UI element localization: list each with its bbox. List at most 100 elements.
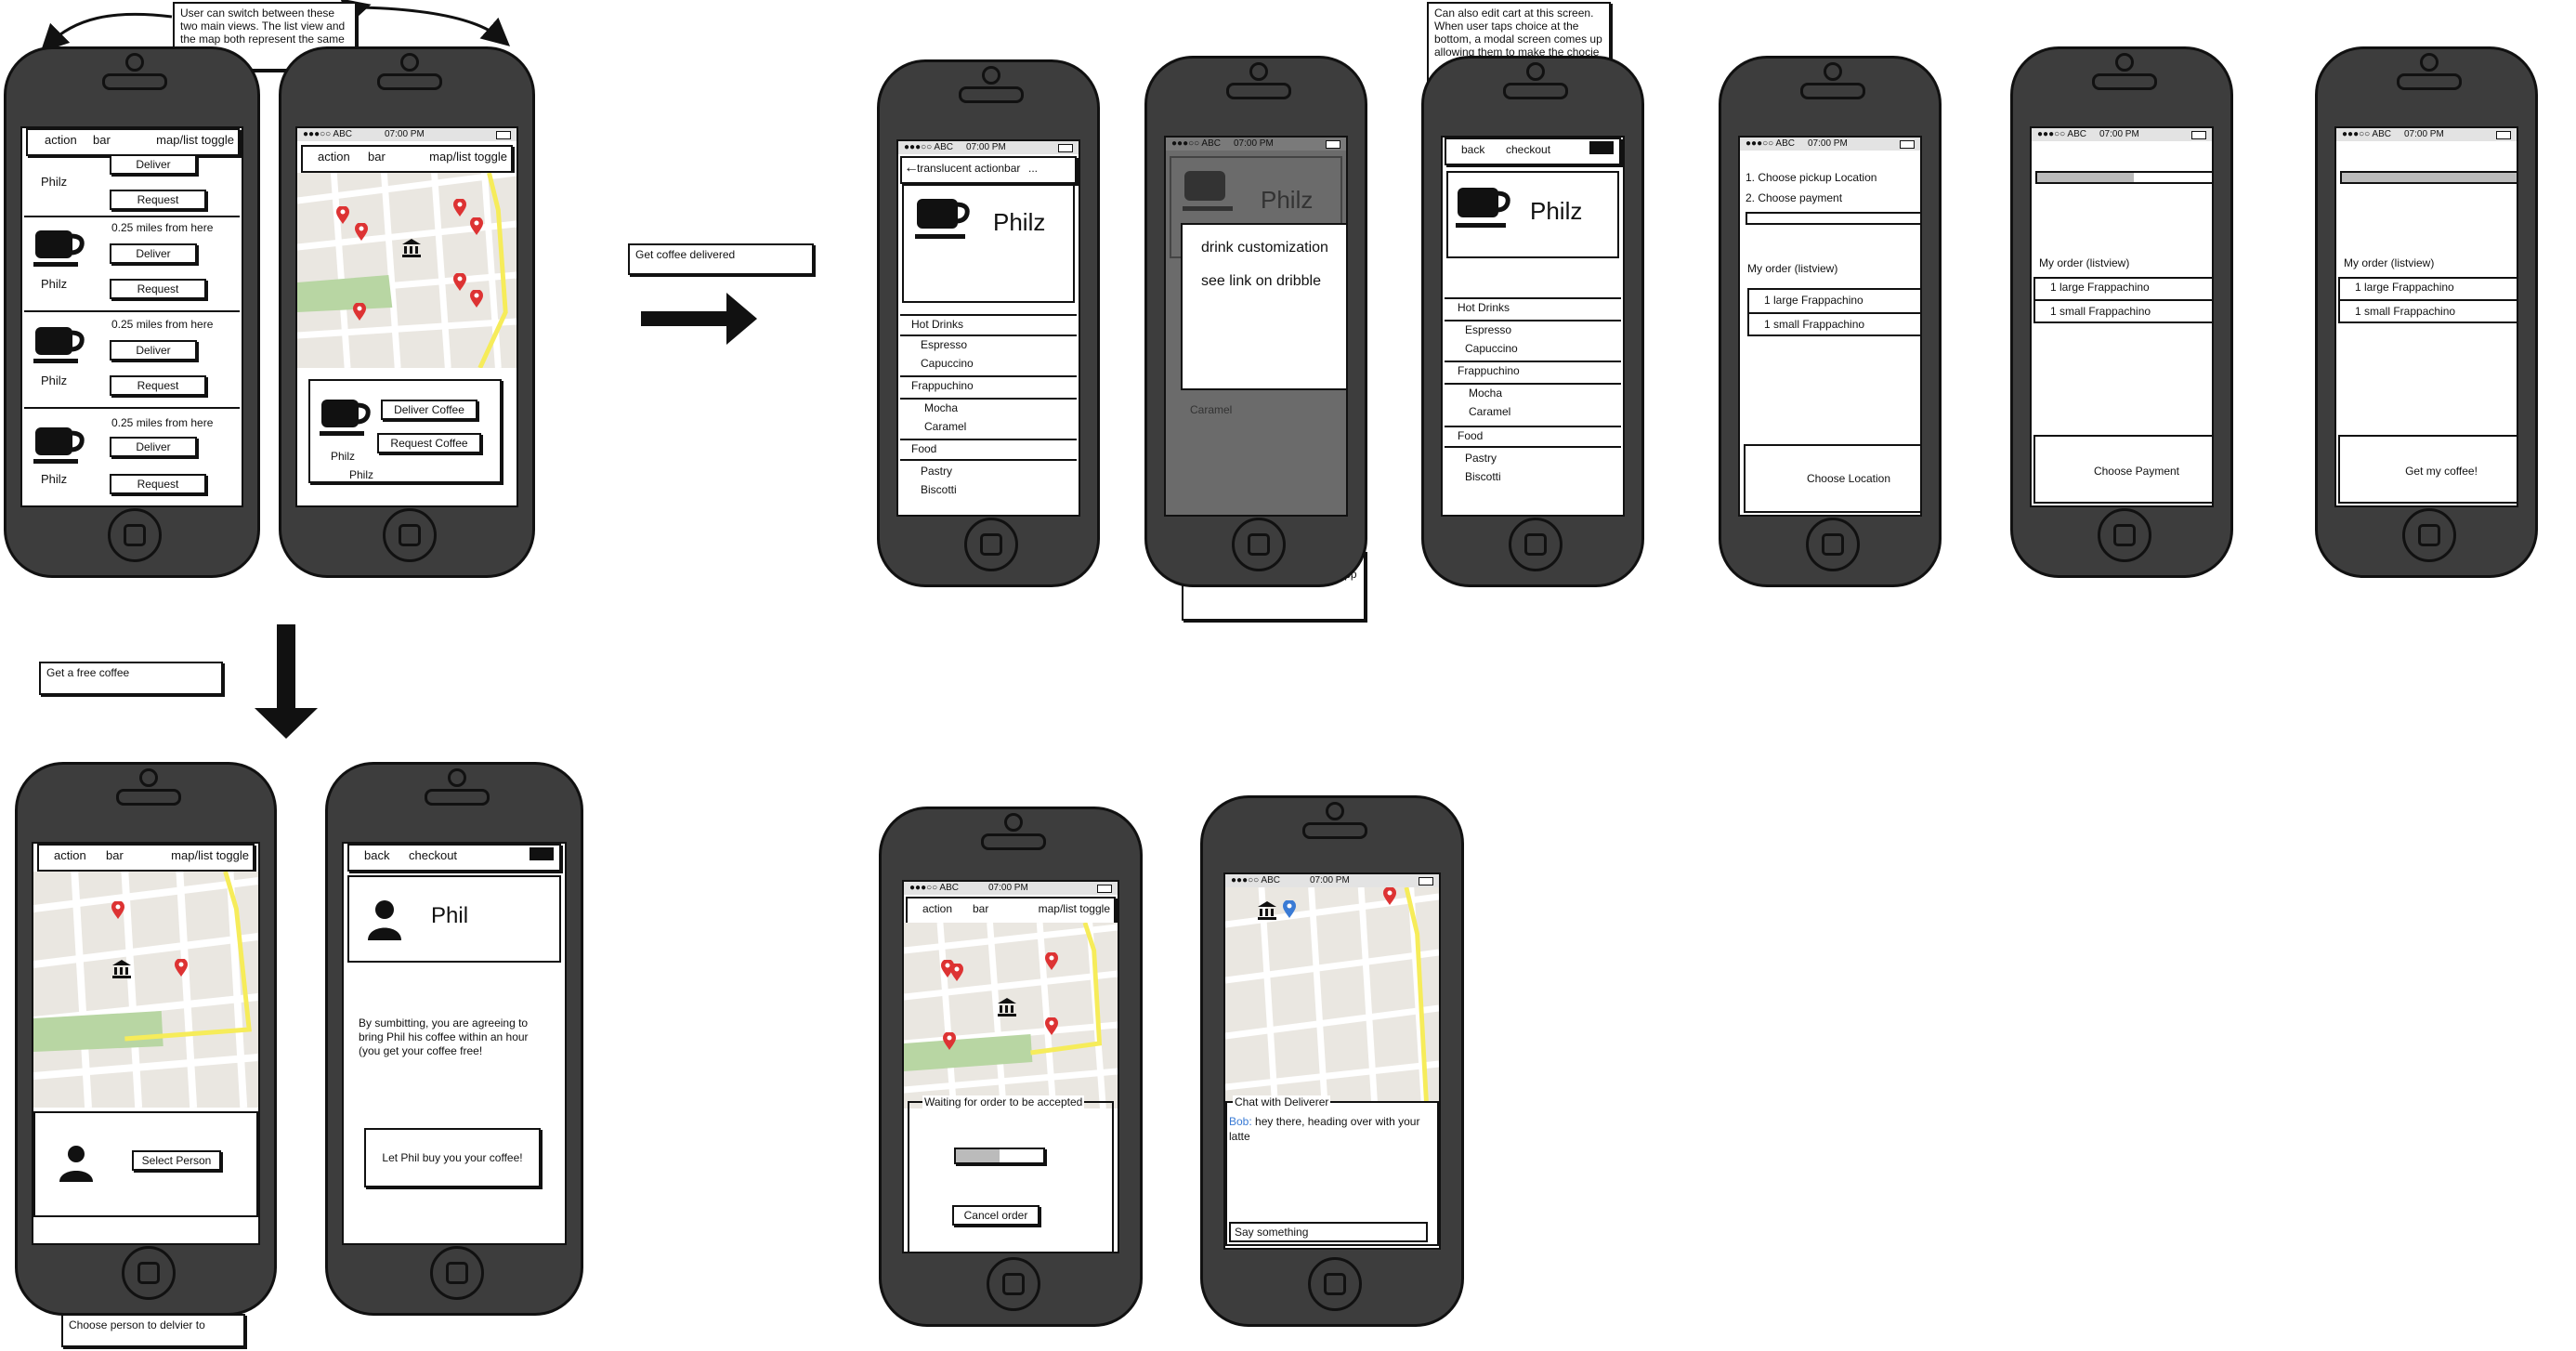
step-payment: 2. Choose payment	[1746, 191, 1843, 204]
deliver-coffee-button[interactable]: Deliver Coffee	[381, 400, 477, 420]
action-label[interactable]: action	[922, 898, 952, 919]
modal-link-text[interactable]: see link on dribble	[1201, 273, 1321, 290]
let-phil-buy-button[interactable]: Let Phil buy you your coffee!	[364, 1128, 541, 1187]
shop-header: Philz	[902, 182, 1075, 303]
my-order-heading: My order (listview)	[2039, 256, 2130, 269]
phone-map-view: ●●●○○ ABC 07:00 PM action bar map/list to…	[279, 46, 535, 578]
map-list-toggle[interactable]: map/list toggle	[171, 846, 249, 866]
menu-item-pastry[interactable]: Pastry	[1465, 452, 1497, 465]
request-button[interactable]: Request	[110, 279, 206, 299]
coffee-cup-icon	[1456, 188, 1510, 228]
distance-text: 0.25 miles from here	[111, 221, 214, 234]
chat-screen: ●●●○○ ABC 07:00 PM Chat with Deliverer Bo…	[1223, 872, 1441, 1250]
map-pin-icon[interactable]	[1045, 952, 1058, 971]
bar-label: bar	[973, 902, 989, 915]
menu-item-capuccino[interactable]: Capuccino	[1465, 342, 1518, 355]
shop-name: Philz	[41, 175, 68, 189]
category-hot-drinks: Hot Drinks	[911, 318, 964, 331]
map-pin-icon[interactable]	[1045, 1017, 1058, 1036]
order-item[interactable]: 1 small Frappachino	[2355, 305, 2455, 318]
menu-item-espresso[interactable]: Espresso	[921, 338, 967, 351]
shop-name: Philz	[41, 472, 68, 486]
menu-item-caramel[interactable]: Caramel	[1469, 405, 1510, 418]
choose-location-button[interactable]: Choose Location	[1744, 444, 1920, 513]
deliver-button[interactable]: Deliver	[110, 243, 197, 264]
translucent-actionbar: ← translucent actionbar ...	[900, 156, 1077, 184]
order-list: 1 large Frappachino 1 small Frappachino	[2338, 277, 2517, 323]
checkout-button[interactable]: checkout	[409, 846, 457, 866]
menu-screen: ●●●○○ ABC 07:00 PM ← translucent actionba…	[896, 139, 1080, 517]
customization-modal[interactable]: drink customization see link on dribble	[1181, 223, 1346, 390]
category-frappuchino: Frappuchino	[1458, 364, 1520, 377]
map-view-screen: ●●●○○ ABC 07:00 PM action bar map/list to…	[295, 126, 518, 507]
shop-title-dimmed: Philz	[1261, 186, 1314, 214]
overflow-icon[interactable]: ...	[1028, 158, 1038, 178]
chat-input[interactable]: Say something	[1229, 1222, 1428, 1242]
cart-icon[interactable]	[530, 847, 554, 860]
menu-item-mocha[interactable]: Mocha	[924, 401, 958, 414]
let-phil-buy-screen: back checkout Phil By sumbitting, you ar…	[342, 842, 567, 1245]
order-item[interactable]: 1 large Frappachino	[1764, 294, 1863, 307]
museum-icon	[998, 998, 1016, 1017]
cart-icon[interactable]	[1589, 141, 1614, 154]
map-pin-icon[interactable]	[336, 206, 349, 225]
map-pin-icon[interactable]	[950, 964, 963, 982]
map-pin-icon[interactable]	[1383, 887, 1396, 906]
menu-item-capuccino[interactable]: Capuccino	[921, 357, 974, 370]
shop-name: Philz	[41, 277, 68, 291]
chat-title: Chat with Deliverer	[1233, 1095, 1331, 1108]
menu-item-espresso[interactable]: Espresso	[1465, 323, 1511, 336]
deliver-button[interactable]: Deliver	[110, 154, 197, 175]
actionbar: action bar map/list toggle	[26, 128, 240, 156]
map-list-toggle[interactable]: map/list toggle	[1039, 898, 1110, 919]
select-person-screen: action bar map/list toggle Select Person	[32, 842, 260, 1245]
action-label[interactable]: action	[45, 130, 77, 151]
select-person-panel: Select Person	[33, 1111, 258, 1217]
cancel-order-button[interactable]: Cancel order	[952, 1205, 1040, 1226]
translucent-actionbar-label: translucent actionbar	[917, 162, 1021, 175]
map-pin-icon[interactable]	[353, 303, 366, 321]
deliverer-location-icon[interactable]	[1283, 900, 1296, 919]
map-pin-icon[interactable]	[470, 290, 483, 308]
select-person-button[interactable]: Select Person	[132, 1150, 221, 1171]
deliver-button[interactable]: Deliver	[110, 437, 197, 457]
back-button[interactable]: back	[1461, 139, 1484, 160]
order-item[interactable]: 1 small Frappachino	[2050, 305, 2151, 318]
map-pin-icon[interactable]	[943, 1032, 956, 1051]
menu-item-mocha[interactable]: Mocha	[1469, 387, 1502, 400]
map-pin-icon[interactable]	[453, 199, 466, 217]
order-item[interactable]: 1 large Frappachino	[2050, 281, 2150, 294]
get-my-coffee-button[interactable]: Get my coffee!	[2338, 435, 2517, 504]
map-pin-icon[interactable]	[355, 223, 368, 242]
action-label[interactable]: action	[318, 147, 350, 167]
shop-card[interactable]: Philz Philz Deliver Coffee Request Coffe…	[308, 379, 502, 483]
modal-screen: ●●●○○ ABC 07:00 PM Philz Caramel drink cu…	[1164, 136, 1348, 517]
menu-item-pastry[interactable]: Pastry	[921, 465, 952, 478]
map-pin-icon[interactable]	[111, 901, 124, 920]
order-item[interactable]: 1 large Frappachino	[2355, 281, 2454, 294]
request-button[interactable]: Request	[110, 375, 206, 396]
order-item[interactable]: 1 small Frappachino	[1764, 318, 1864, 331]
request-button[interactable]: Request	[110, 190, 206, 210]
request-coffee-button[interactable]: Request Coffee	[377, 433, 481, 453]
back-button[interactable]: back	[364, 846, 389, 866]
map-pin-icon[interactable]	[453, 273, 466, 292]
map-list-toggle[interactable]: map/list toggle	[156, 130, 234, 151]
action-label[interactable]: action	[54, 846, 86, 866]
checkout-button[interactable]: checkout	[1506, 139, 1550, 160]
map-pin-icon[interactable]	[175, 959, 188, 977]
menu-item-caramel[interactable]: Caramel	[924, 420, 966, 433]
category-frappuchino: Frappuchino	[911, 379, 974, 392]
map-area[interactable]	[33, 872, 258, 1108]
menu-item-biscotti[interactable]: Biscotti	[1465, 470, 1501, 483]
deliver-button[interactable]: Deliver	[110, 340, 197, 361]
request-button[interactable]: Request	[110, 474, 206, 494]
map-list-toggle[interactable]: map/list toggle	[429, 147, 507, 167]
choose-payment-button[interactable]: Choose Payment	[2033, 435, 2212, 504]
menu-item-biscotti[interactable]: Biscotti	[921, 483, 957, 496]
map-area[interactable]	[297, 173, 517, 368]
waiting-title: Waiting for order to be accepted	[922, 1095, 1085, 1108]
actionbar: action bar map/list toggle	[906, 897, 1116, 925]
coffee-cup-icon	[915, 199, 970, 239]
map-pin-icon[interactable]	[470, 217, 483, 236]
